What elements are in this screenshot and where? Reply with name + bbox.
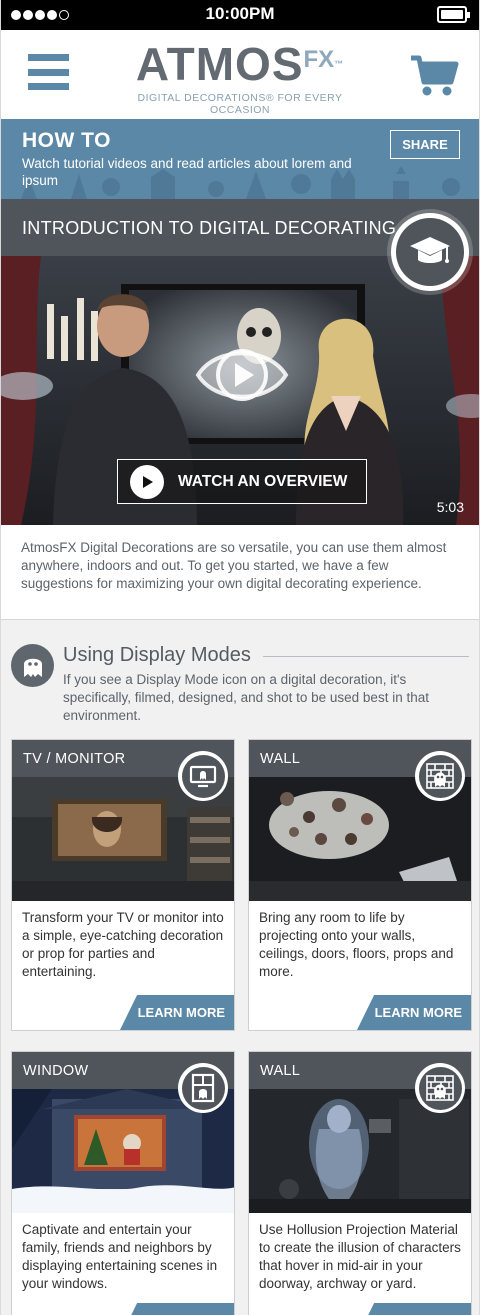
logo-tagline: DIGITAL DECORATIONS® FOR EVERY OCCASION xyxy=(137,92,343,116)
graduation-cap-badge xyxy=(391,213,469,291)
display-modes-header: Using Display Modes If you see a Display… xyxy=(1,620,479,738)
video-duration: 5:03 xyxy=(436,499,464,515)
menu-icon[interactable] xyxy=(28,54,69,90)
wall-icon xyxy=(415,751,465,801)
card-title: WALL xyxy=(260,1063,301,1079)
cart-icon[interactable] xyxy=(409,52,459,98)
logo-main-text: ATMOS xyxy=(135,38,304,90)
logo[interactable]: ATMOSFX™ DIGITAL DECORATIONS® FOR EVERY … xyxy=(109,40,371,116)
logo-trademark: ™ xyxy=(334,59,345,69)
play-icon[interactable] xyxy=(194,336,290,414)
battery-icon xyxy=(437,6,470,23)
display-modes-title: Using Display Modes xyxy=(63,644,263,667)
status-bar: 10:00PM xyxy=(1,0,479,30)
howto-title: HOW TO xyxy=(22,129,111,152)
watch-overview-label: WATCH AN OVERVIEW xyxy=(178,472,348,490)
learn-more-button[interactable]: LEARN MORE xyxy=(357,995,471,1030)
tv-icon xyxy=(178,751,228,801)
card-title: TV / MONITOR xyxy=(23,751,126,767)
learn-more-button[interactable]: LEARN MORE xyxy=(357,1303,471,1315)
intro-body: AtmosFX Digital Decorations are so versa… xyxy=(1,525,479,619)
graduation-cap-icon xyxy=(410,237,450,263)
card-wall-hollusion: WALL Use Hollusion Projection Material t… xyxy=(248,1051,472,1315)
window-icon xyxy=(178,1063,228,1113)
card-text: Use Hollusion Projection Material to cre… xyxy=(259,1222,461,1291)
status-time: 10:00PM xyxy=(205,4,275,23)
learn-more-button[interactable]: LEARN MORE xyxy=(120,1303,234,1315)
howto-description: Watch tutorial videos and read articles … xyxy=(22,156,352,188)
logo-fx-text: FX xyxy=(303,46,335,73)
intro-title: INTRODUCTION TO DIGITAL DECORATING xyxy=(22,218,397,238)
intro-header: INTRODUCTION TO DIGITAL DECORATING xyxy=(1,199,479,291)
card-text: Captivate and entertain your family, fri… xyxy=(22,1222,218,1291)
card-window: WINDOW Captivate and entertain your fami… xyxy=(11,1051,235,1315)
ghost-icon xyxy=(11,644,54,687)
share-button[interactable]: SHARE xyxy=(390,130,460,159)
play-circle-icon xyxy=(130,464,164,499)
page: 10:00PM ATMOSFX™ DIGITAL DECORATIONS® FO… xyxy=(0,0,480,1315)
watch-overview-button[interactable]: WATCH AN OVERVIEW xyxy=(117,459,367,504)
intro-video[interactable]: WATCH AN OVERVIEW 5:03 xyxy=(1,256,479,525)
card-title: WINDOW xyxy=(23,1063,89,1079)
display-modes-description: If you see a Display Mode icon on a digi… xyxy=(63,672,429,723)
card-tv-monitor: TV / MONITOR Transform your TV or monito… xyxy=(11,739,235,1031)
learn-more-button[interactable]: LEARN MORE xyxy=(120,995,234,1030)
card-title: WALL xyxy=(260,751,301,767)
howto-banner: HOW TO Watch tutorial videos and read ar… xyxy=(1,119,479,199)
card-text: Bring any room to life by projecting ont… xyxy=(259,910,454,979)
wall-icon xyxy=(415,1063,465,1113)
card-text: Transform your TV or monitor into a simp… xyxy=(22,910,224,979)
intro-card: INTRODUCTION TO DIGITAL DECORATING WATCH… xyxy=(1,199,479,620)
site-header: ATMOSFX™ DIGITAL DECORATIONS® FOR EVERY … xyxy=(1,30,479,119)
card-wall: WALL Bring any room to life by projectin… xyxy=(248,739,472,1031)
